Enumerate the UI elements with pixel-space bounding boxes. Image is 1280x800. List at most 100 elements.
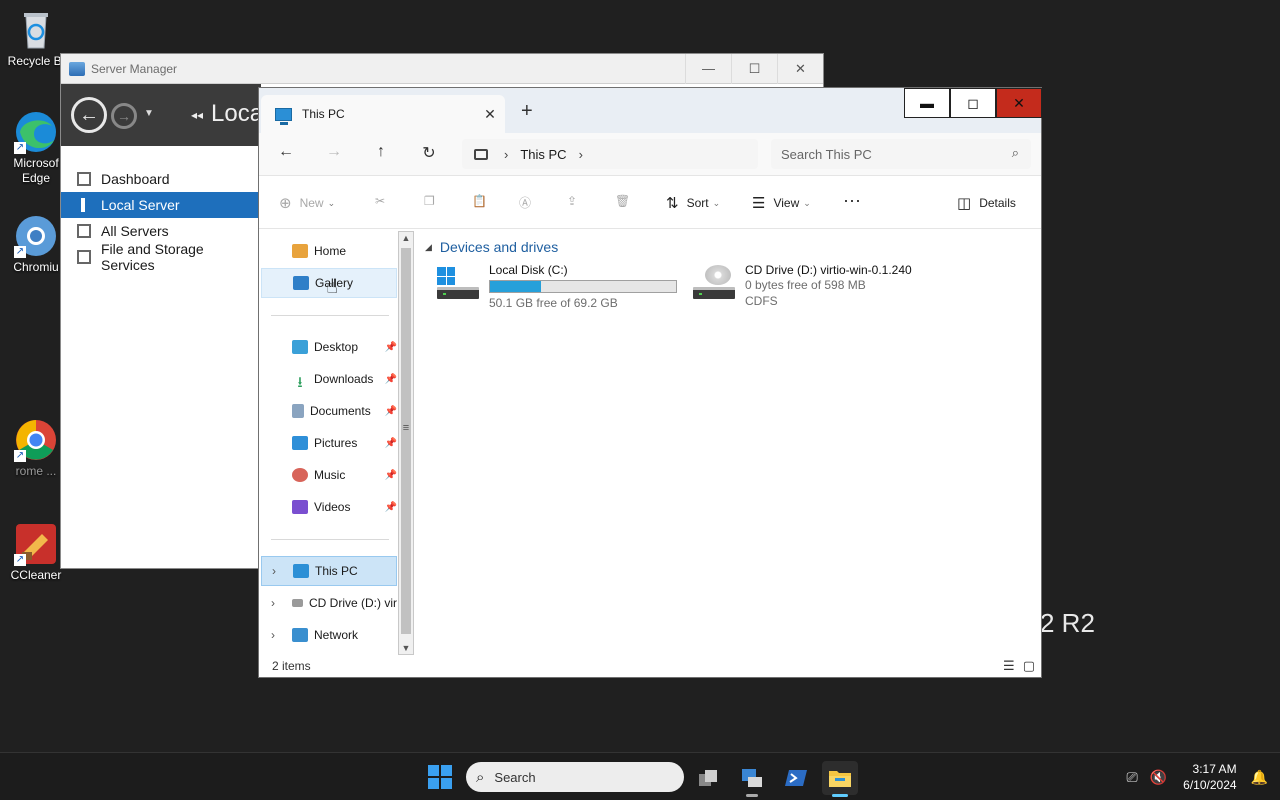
pin-icon[interactable]: 📌	[385, 438, 397, 449]
chevron-right-icon[interactable]: ›	[579, 147, 583, 162]
maximize-button[interactable]: ◻	[950, 88, 996, 118]
drive-free-space: 0 bytes free of 598 MB	[745, 278, 866, 292]
nav-item-label: This PC	[315, 564, 358, 578]
drive-usage-bar	[489, 280, 677, 293]
pin-icon[interactable]: 📌	[385, 470, 397, 481]
forward-button[interactable]: →	[322, 143, 346, 165]
details-button[interactable]: ◫ Details	[957, 194, 1016, 212]
search-input[interactable]: Search This PC ⌕	[771, 139, 1031, 169]
more-options-icon[interactable]: ···	[843, 190, 861, 211]
sm-nav-label: File and Storage Services	[100, 241, 204, 273]
chevron-right-icon[interactable]: ›	[271, 628, 275, 642]
nav-item-videos[interactable]: Videos 📌	[261, 492, 397, 522]
this-pc-icon	[293, 564, 309, 578]
nav-item-desktop[interactable]: Desktop 📌	[261, 332, 397, 362]
pin-icon[interactable]: 📌	[385, 342, 397, 353]
scrollbar-thumb[interactable]	[401, 248, 411, 634]
chevron-right-icon[interactable]: ›	[272, 564, 276, 578]
edge-icon: ↗	[14, 110, 58, 154]
scroll-grip-icon: ≡	[402, 422, 410, 434]
cd-drive-icon	[292, 599, 303, 607]
back-button[interactable]: ←	[274, 143, 298, 165]
sm-nav-label: Dashboard	[101, 171, 170, 187]
new-label: New	[299, 196, 324, 210]
scroll-up-arrow-icon[interactable]: ▲	[399, 233, 413, 243]
display-icon[interactable]: ⎚	[1127, 769, 1138, 786]
scroll-down-arrow-icon[interactable]: ▼	[399, 643, 413, 653]
sort-button[interactable]: ⇅ Sort ⌄	[666, 194, 720, 212]
cut-icon[interactable]: ✂	[375, 194, 385, 208]
server-manager-titlebar[interactable]: Server Manager — ☐ ✕	[61, 53, 823, 84]
this-pc-icon	[275, 107, 292, 125]
group-header[interactable]: ◢ Devices and drives	[425, 239, 558, 255]
refresh-button[interactable]: ↻	[417, 143, 441, 165]
nav-item-pictures[interactable]: Pictures 📌	[261, 428, 397, 458]
breadcrumb: ◂◂ Loca	[191, 100, 263, 128]
volume-muted-icon[interactable]: 🔇	[1150, 769, 1167, 786]
nav-item-this-pc[interactable]: › This PC	[261, 556, 397, 586]
clock[interactable]: 3:17 AM 6/10/2024	[1183, 761, 1236, 793]
nav-item-home[interactable]: Home	[261, 236, 397, 266]
minimize-button[interactable]: ▬	[904, 88, 950, 118]
drive-item-c[interactable]: Local Disk (C:) 50.1 GB free of 69.2 GB	[437, 263, 677, 311]
explorer-tabbar[interactable]: This PC ✕ + ▬ ◻ ✕	[259, 88, 1042, 133]
address-segment-this-pc[interactable]: This PC	[520, 147, 566, 162]
chevron-right-icon[interactable]: ›	[271, 596, 275, 610]
taskbar-file-explorer[interactable]	[822, 761, 858, 797]
pin-icon[interactable]: 📌	[385, 406, 397, 417]
notification-icon[interactable]: 🔔	[1251, 769, 1268, 786]
taskbar-search[interactable]: ⌕ Search	[466, 762, 684, 792]
paste-icon[interactable]: 📋	[472, 194, 487, 208]
view-toggle: ☰ ▢	[1003, 658, 1035, 674]
up-button[interactable]: ↑	[369, 143, 393, 165]
forward-arrow-icon[interactable]: →	[111, 103, 137, 129]
start-button[interactable]	[428, 765, 452, 789]
videos-icon	[292, 500, 308, 514]
maximize-button[interactable]: ☐	[731, 53, 777, 84]
close-button[interactable]: ✕	[777, 53, 823, 84]
chevron-down-icon[interactable]: ▼	[144, 108, 154, 119]
drive-item-d[interactable]: CD Drive (D:) virtio-win-0.1.240 0 bytes…	[693, 263, 912, 309]
taskbar-powershell[interactable]	[778, 761, 814, 795]
close-tab-icon[interactable]: ✕	[475, 106, 505, 123]
task-view-button[interactable]	[690, 761, 726, 795]
taskbar-server-manager[interactable]	[734, 761, 770, 797]
nav-scrollbar[interactable]: ▲ ≡ ▼	[398, 231, 414, 655]
file-explorer-window[interactable]: This PC ✕ + ▬ ◻ ✕ ← → ↑ ↻ › This PC › Se…	[258, 87, 1042, 678]
nav-separator	[271, 539, 389, 540]
new-button[interactable]: ⊕ New ⌄	[279, 194, 335, 212]
delete-icon[interactable]: 🗑	[615, 194, 630, 208]
copy-icon[interactable]: ❐	[424, 194, 435, 208]
pin-icon[interactable]: 📌	[385, 374, 397, 385]
nav-item-network[interactable]: › Network	[261, 620, 397, 650]
details-view-icon[interactable]: ☰	[1003, 658, 1015, 674]
share-icon[interactable]: ⇪	[567, 194, 577, 208]
pin-icon[interactable]: 📌	[385, 502, 397, 513]
new-tab-button[interactable]: +	[521, 100, 533, 123]
collapse-triangle-icon[interactable]: ◢	[425, 242, 432, 253]
tiles-view-icon[interactable]: ▢	[1023, 658, 1035, 674]
server-manager-icon	[742, 769, 762, 787]
chevron-right-icon[interactable]: ›	[504, 147, 508, 162]
nav-item-documents[interactable]: Documents 📌	[261, 396, 397, 426]
ccleaner-icon: ↗	[14, 522, 58, 566]
sm-nav-file-storage[interactable]: File and Storage Services	[61, 241, 261, 273]
breadcrumb-arrows-icon: ◂◂	[191, 107, 204, 122]
address-bar[interactable]: › This PC ›	[462, 139, 758, 169]
sm-nav-local-server[interactable]: Local Server	[61, 192, 261, 218]
nav-item-music[interactable]: Music 📌	[261, 460, 397, 490]
close-button[interactable]: ✕	[996, 88, 1042, 118]
group-header-label: Devices and drives	[439, 239, 559, 255]
server-manager-nav: Dashboard Local Server All Servers File …	[61, 166, 261, 273]
back-arrow-icon[interactable]: ←	[71, 97, 107, 133]
rename-icon[interactable]: Ⓐ	[519, 194, 531, 211]
minimize-button[interactable]: —	[685, 53, 731, 84]
nav-item-label: Pictures	[314, 436, 358, 450]
view-button[interactable]: ☰ View ⌄	[752, 194, 811, 212]
sm-nav-dashboard[interactable]: Dashboard	[61, 166, 261, 192]
nav-item-downloads[interactable]: ⭳ Downloads 📌	[261, 364, 397, 394]
nav-item-cd-drive[interactable]: › CD Drive (D:) vir	[261, 588, 397, 618]
task-view-icon	[699, 770, 717, 786]
tab-this-pc[interactable]: This PC ✕	[261, 95, 505, 133]
folder-icon	[829, 771, 851, 787]
